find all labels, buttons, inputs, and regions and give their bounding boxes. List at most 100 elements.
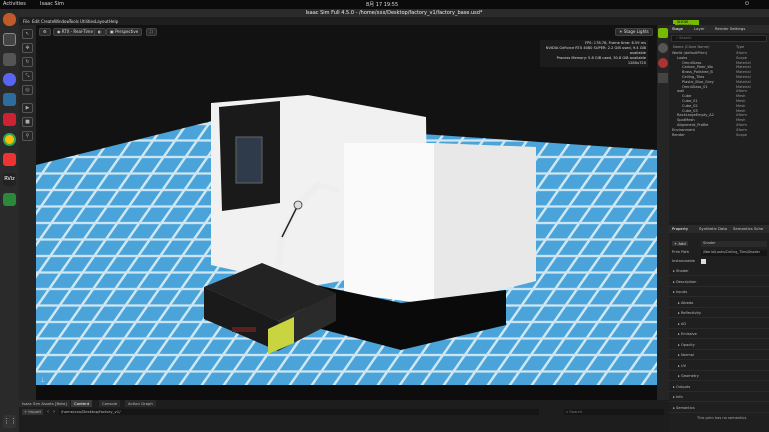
tab-layer[interactable]: Layer (694, 26, 705, 31)
forward-icon[interactable]: › (53, 409, 55, 415)
property-section[interactable]: ▸ Shader (669, 267, 769, 276)
menu-bar: File Edit Create Window Tools Utilities … (19, 17, 769, 32)
window-title: Isaac Sim Full 4.5.0 - /home/xxx/Desktop… (19, 9, 769, 17)
app-icon-red[interactable] (3, 153, 16, 166)
menu-edit[interactable]: Edit (32, 19, 40, 24)
menu-utilities[interactable]: Utilities (80, 19, 95, 24)
instanceable-checkbox[interactable] (701, 259, 706, 264)
property-section-label: Info (675, 395, 683, 399)
chrome-icon[interactable] (3, 133, 16, 146)
stage-search-placeholder: Search (679, 36, 692, 40)
tab-synthetic-data[interactable]: Synthetic Data (699, 226, 727, 231)
column-name-header[interactable]: Name (Clone Name) (673, 45, 710, 49)
property-section-label: Normal (680, 353, 694, 357)
menu-file[interactable]: File (23, 19, 30, 24)
rotate-tool-icon[interactable]: ↻ (22, 57, 33, 67)
property-section-label: Semantics (675, 405, 695, 410)
viewport-settings-icon[interactable]: ⚙ (39, 28, 51, 36)
property-section[interactable]: ▸ Albedo (669, 299, 769, 308)
property-section-label: Opacity (680, 342, 695, 347)
stage-lights-button[interactable]: ☀ Stage Lights (615, 28, 653, 36)
discord-icon[interactable] (3, 73, 16, 86)
record-icon[interactable] (658, 43, 668, 53)
tab-console[interactable]: Console (99, 400, 121, 407)
isaac-icon[interactable] (658, 28, 668, 38)
trash-icon[interactable] (3, 193, 16, 206)
move-tool-icon[interactable]: ✥ (22, 43, 33, 53)
performance-overlay: FPS: 178.78, Frame time: 6.59 ms NVIDIA … (540, 40, 648, 67)
property-section[interactable]: ▸ Geometry (669, 372, 769, 381)
dock: RViz ⋮⋮ (0, 9, 19, 432)
select-tool-icon[interactable]: ↖ (22, 29, 33, 39)
visibility-icon[interactable]: ◐ (94, 28, 106, 36)
prim-type-field[interactable]: Shader (701, 241, 767, 247)
viewport-scene (36, 25, 657, 400)
isaac-sim-icon[interactable] (3, 93, 16, 106)
property-section[interactable]: ▸ Reflectivity (669, 309, 769, 318)
system-top-bar: Activities Isaac Sim 8月 17 19:55 ⏻ (0, 0, 769, 9)
stage-lights-label: Stage Lights (623, 29, 649, 34)
add-button[interactable]: + Add (672, 241, 688, 246)
instanceable-label: Instanceable (672, 259, 695, 263)
firefox-icon[interactable] (3, 13, 16, 26)
property-section[interactable]: ▸ AO (669, 320, 769, 329)
path-field[interactable]: /home/xxx/Desktop/factory_v1/ (59, 409, 539, 415)
activities-button[interactable]: Activities (3, 1, 26, 7)
tab-isaac-assets[interactable]: Isaac Sim Assets [Beta] (19, 400, 70, 407)
tab-stage[interactable]: Stage (672, 26, 683, 31)
tab-content[interactable]: Content (71, 400, 93, 407)
content-search-input[interactable]: ⌕ Search (564, 409, 664, 415)
pin-tool-icon[interactable]: ⚲ (22, 131, 33, 141)
resolution-stat: 1280x720 (627, 61, 646, 65)
tree-row-name: Render (672, 132, 685, 137)
property-section[interactable]: ▸ Semantics (669, 404, 769, 413)
viewport[interactable]: ⚙ ◉ RTX - Real-Time ◐ ▣ Perspective ⛶ ☀ … (36, 25, 657, 400)
snap-tool-icon[interactable]: ◎ (22, 85, 33, 95)
tab-action-graph[interactable]: Action Graph (125, 400, 156, 407)
tree-row[interactable]: Render Scope (669, 133, 769, 138)
property-section[interactable]: ▸ Description (669, 278, 769, 287)
property-section-label: Albedo (680, 300, 694, 305)
menu-layout[interactable]: Layout (95, 19, 109, 24)
physics-icon[interactable] (658, 73, 668, 83)
property-section[interactable]: ▸ Info (669, 393, 769, 402)
property-section-label: AO (680, 321, 687, 326)
property-section[interactable]: ▸ Inputs (669, 288, 769, 297)
rviz-icon[interactable]: RViz (3, 173, 16, 186)
property-section[interactable]: ▸ Outputs (669, 383, 769, 392)
tab-render-settings[interactable]: Render Settings (715, 26, 745, 31)
fullscreen-icon[interactable]: ⛶ (146, 28, 157, 36)
scale-tool-icon[interactable]: ⤡ (22, 71, 33, 81)
stage-search-input[interactable]: ⌕ Search (671, 35, 767, 42)
property-section[interactable]: ▸ Opacity (669, 341, 769, 350)
menu-create[interactable]: Create (41, 19, 54, 24)
column-type-header[interactable]: Type (736, 45, 744, 49)
axis-gizmo-icon: ⊥ (40, 377, 46, 384)
tab-property[interactable]: Property (672, 226, 688, 231)
menu-help[interactable]: Help (109, 19, 118, 24)
render-mode-button[interactable]: ◉ RTX - Real-Time (53, 28, 97, 36)
camera-button[interactable]: ▣ Perspective (106, 28, 143, 36)
app-icon[interactable] (3, 113, 16, 126)
property-section[interactable]: ▸ UV (669, 362, 769, 371)
tab-semantics[interactable]: Semantics Sche (733, 226, 763, 231)
active-app-name[interactable]: Isaac Sim (40, 1, 64, 7)
system-tray-icon[interactable]: ⏻ (745, 1, 749, 7)
import-button[interactable]: + Import (22, 409, 43, 415)
menu-tools[interactable]: Tools (69, 19, 79, 24)
property-section[interactable]: ▸ Emissive (669, 330, 769, 339)
terminal-icon[interactable] (3, 33, 16, 46)
robot-icon[interactable] (658, 58, 668, 68)
viewport-top-bar: ⚙ ◉ RTX - Real-Time ◐ ▣ Perspective ⛶ ☀ … (36, 25, 657, 38)
prim-path-field[interactable]: /World/Looks/Ceiling_Tiles/Shader (701, 250, 767, 256)
show-apps-icon[interactable]: ⋮⋮ (3, 415, 17, 428)
play-button-icon[interactable]: ▶ (22, 103, 33, 113)
stage-tabs: Stage Layer Render Settings (669, 25, 769, 33)
property-section[interactable]: ▸ Normal (669, 351, 769, 360)
back-icon[interactable]: ‹ (47, 409, 49, 415)
menu-window[interactable]: Window (54, 19, 70, 24)
camera-label: Perspective (115, 29, 139, 34)
files-icon[interactable] (3, 53, 16, 66)
clock[interactable]: 8月 17 19:55 (366, 1, 398, 8)
stop-button-icon[interactable]: ■ (22, 117, 33, 127)
